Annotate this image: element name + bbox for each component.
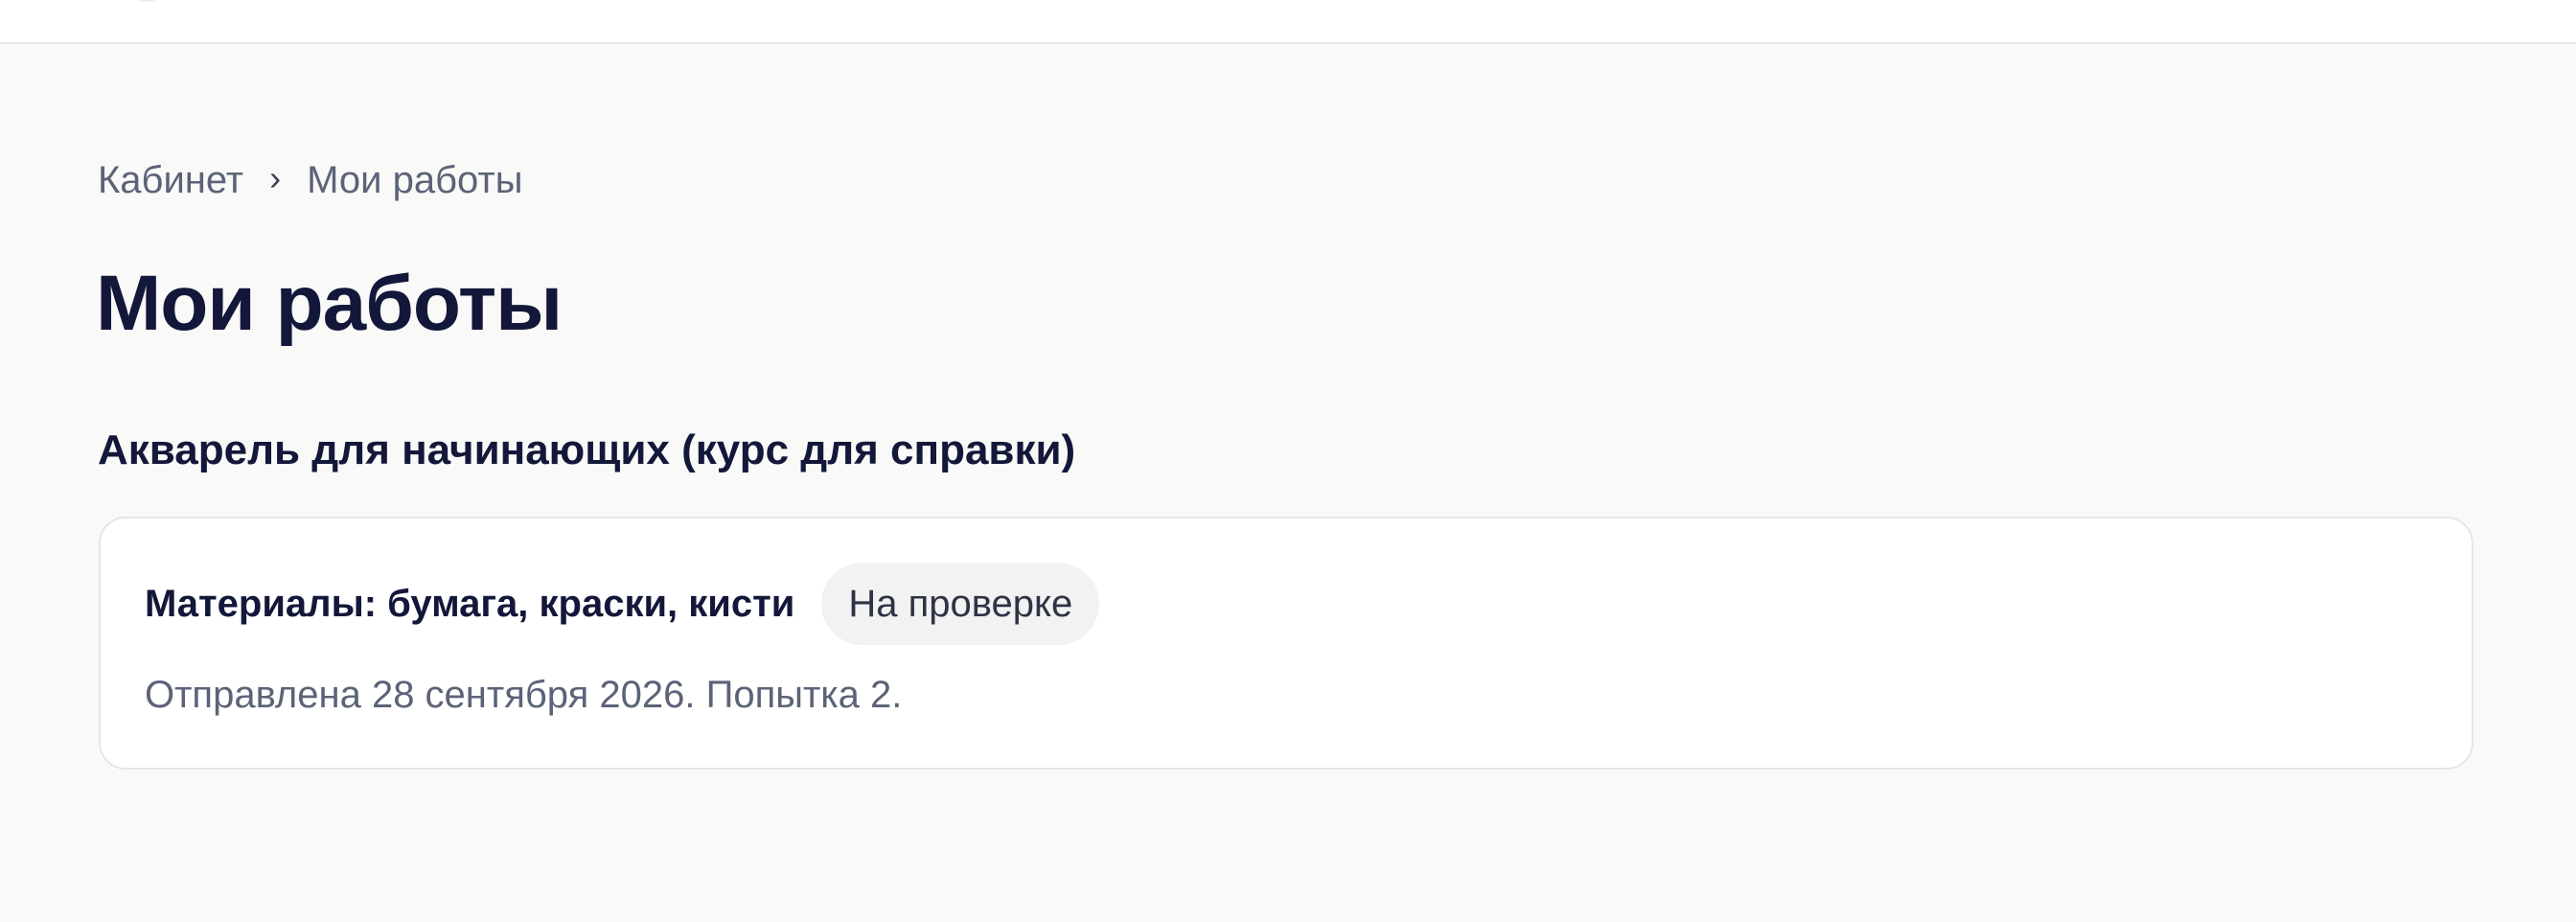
breadcrumb-item-my-works: Мои работы xyxy=(307,158,523,201)
status-badge: На проверке xyxy=(821,563,1100,645)
page-title: Мои работы xyxy=(96,260,563,347)
work-card[interactable]: Материалы: бумага, краски, кисти На пров… xyxy=(99,517,2473,770)
work-title[interactable]: Материалы: бумага, краски, кисти xyxy=(145,583,794,626)
course-title: Акварель для начинающих (курс для справк… xyxy=(98,426,1076,473)
submission-info: Отправлена 28 сентября 2026. Попытка 2. xyxy=(145,674,903,716)
work-card-header: Материалы: бумага, краски, кисти На пров… xyxy=(145,563,1100,645)
breadcrumb: Кабинет › Мои работы xyxy=(98,153,522,207)
top-header xyxy=(0,0,2576,44)
breadcrumb-item-cabinet[interactable]: Кабинет xyxy=(98,159,243,202)
chevron-right-icon: › xyxy=(269,158,282,197)
